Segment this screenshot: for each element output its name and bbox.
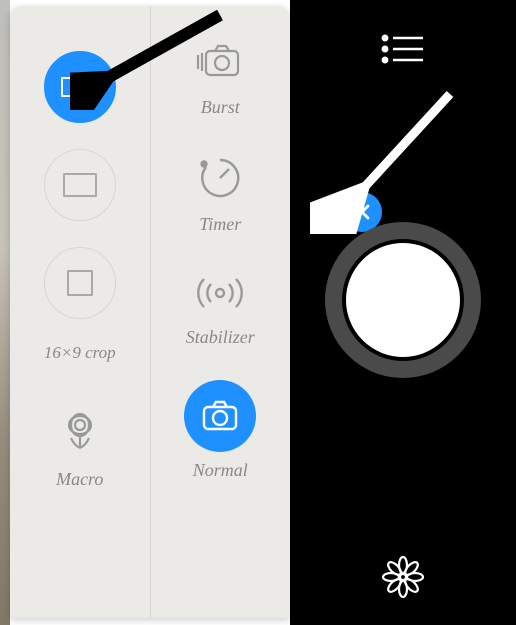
camera-option-timer[interactable]: Timer (192, 150, 248, 235)
macro-label: Macro (56, 469, 103, 490)
shutter-button[interactable] (325, 222, 481, 378)
burst-icon (185, 33, 255, 89)
gallery-icon[interactable] (379, 553, 427, 601)
stabilizer-icon (187, 267, 253, 319)
options-panel: 16×9 crop Macro (10, 6, 290, 618)
close-icon (353, 203, 371, 221)
macro-icon (52, 405, 108, 461)
camera-option-macro[interactable]: Macro (52, 405, 108, 490)
crop-option-1x1[interactable] (44, 247, 116, 319)
camera-controls (290, 0, 516, 625)
crop-option-16x9[interactable] (44, 51, 116, 123)
normal-label: Normal (193, 460, 248, 481)
background-left (0, 0, 10, 625)
menu-icon[interactable] (381, 34, 425, 64)
camera-option-burst[interactable]: Burst (185, 33, 255, 118)
stabilizer-label: Stabilizer (186, 327, 255, 348)
timer-icon (192, 150, 248, 206)
camera-option-normal[interactable]: Normal (184, 380, 256, 481)
burst-label: Burst (201, 97, 240, 118)
crop-label: 16×9 crop (44, 343, 116, 363)
crop-option-4x3[interactable] (44, 149, 116, 221)
camera-option-stabilizer[interactable]: Stabilizer (186, 267, 255, 348)
crop-column: 16×9 crop Macro (10, 6, 151, 618)
shutter-inner (342, 239, 464, 361)
camera-icon (198, 394, 242, 438)
timer-label: Timer (199, 214, 241, 235)
camera-column: Burst Timer St (151, 6, 291, 618)
